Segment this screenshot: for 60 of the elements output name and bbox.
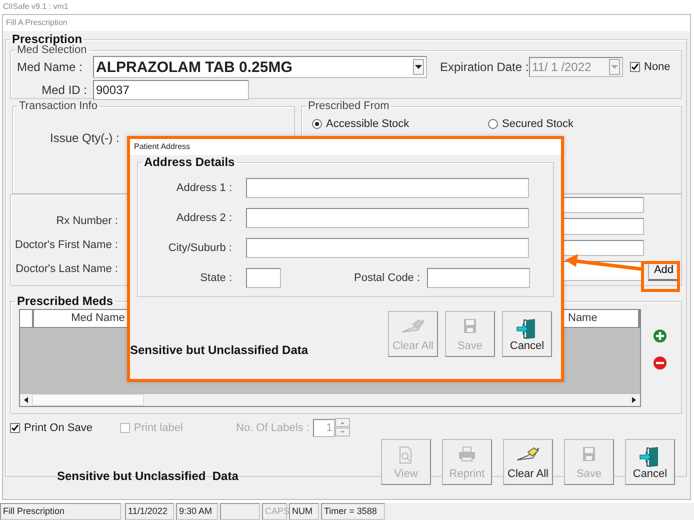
- horizontal-scrollbar[interactable]: [20, 393, 640, 406]
- text-field[interactable]: [246, 268, 281, 288]
- checkbox[interactable]: Print On Save: [10, 422, 120, 434]
- window-title: Fill A Prescription: [3, 15, 690, 31]
- field-label: City/Suburb :: [167, 242, 232, 254]
- field-label: Address 1 :: [175, 182, 232, 194]
- eraser-icon: [515, 446, 541, 462]
- status-panel: 9:30 AM: [176, 503, 218, 520]
- group-title: Med Selection: [17, 45, 88, 56]
- med-name-dropdown[interactable]: ALPRAZOLAM TAB 0.25MG: [93, 56, 427, 78]
- text-field[interactable]: [246, 208, 529, 228]
- group-title: Prescribed Meds: [16, 296, 114, 307]
- field-label: State :: [199, 272, 232, 284]
- field-label: Doctor's Last Name :: [16, 263, 118, 275]
- status-panel: 11/1/2022: [125, 503, 174, 520]
- magnifier-icon: [398, 446, 414, 464]
- notice-text: Sensitive but Unclassified Data: [130, 343, 310, 357]
- status-panel: [220, 503, 260, 520]
- scroll-right-icon[interactable]: [632, 397, 636, 403]
- field-label: Expiration Date :: [440, 60, 529, 74]
- field-label: Postal Code :: [354, 272, 420, 284]
- group-title: Transaction Info: [18, 101, 98, 112]
- text-field[interactable]: [427, 268, 530, 288]
- remove-icon[interactable]: [653, 356, 667, 370]
- status-panel: Fill Prescription: [0, 503, 121, 520]
- text-field[interactable]: [246, 238, 529, 258]
- group-title: Prescribed From: [307, 101, 390, 112]
- field-label: No. Of Labels :: [236, 422, 310, 434]
- printer-icon: [458, 446, 476, 462]
- med-id-field[interactable]: 90037: [93, 80, 249, 100]
- notice-text: Sensitive but Unclassified Data: [57, 469, 240, 483]
- radio-button[interactable]: Secured Stock: [488, 118, 664, 130]
- radio-button[interactable]: Accessible Stock: [312, 118, 488, 130]
- checkbox[interactable]: None: [630, 61, 670, 73]
- scroll-left-icon[interactable]: [24, 397, 28, 403]
- field-label: Rx Number :: [56, 215, 118, 227]
- field-label: Address 2 :: [175, 212, 232, 224]
- text-field[interactable]: [246, 178, 529, 198]
- field-label: Med Name :: [16, 60, 84, 74]
- checkmark-icon: [11, 424, 19, 432]
- highlight-frame: [641, 261, 680, 292]
- cancel-button[interactable]: Cancel: [502, 311, 552, 357]
- cancel-button[interactable]: Cancel: [625, 439, 675, 485]
- toolbar-button[interactable]: Clear All: [503, 439, 553, 485]
- field-label: Doctor's First Name :: [15, 239, 118, 251]
- exit-door-icon: [639, 446, 661, 468]
- checkmark-icon: [631, 63, 639, 71]
- field-label: Med ID :: [40, 83, 87, 97]
- group-title: Prescription: [11, 34, 82, 45]
- status-panel: NUM: [289, 503, 319, 520]
- eraser-icon: [400, 318, 426, 334]
- spinner-icon[interactable]: [335, 418, 350, 437]
- dialog-title: Patient Address: [130, 139, 561, 155]
- add-icon[interactable]: [653, 329, 667, 343]
- status-panel: Timer = 3588: [321, 503, 385, 520]
- exit-door-icon: [516, 318, 538, 340]
- field-label: Issue Qty(-) :: [50, 131, 120, 145]
- app-title: ClISafe v9.1 : vm1: [2, 1, 70, 13]
- group-title: Address Details: [143, 157, 236, 168]
- status-panel: CAPS: [262, 503, 287, 520]
